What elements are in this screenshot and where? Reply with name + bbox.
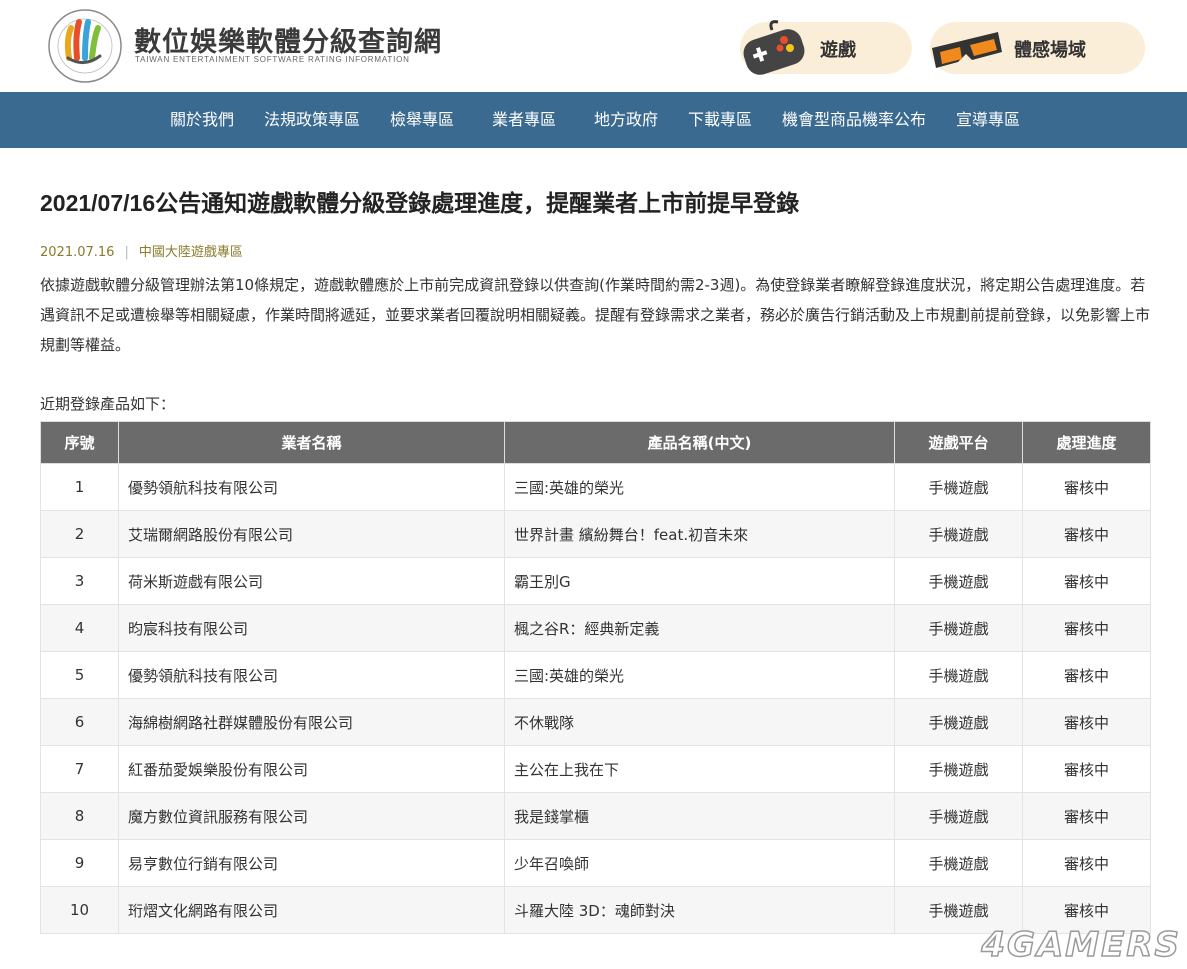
table-header-row: 序號 業者名稱 產品名稱(中文) 遊戲平台 處理進度 [40, 421, 1151, 464]
cell-product: 不休戰隊 [504, 698, 895, 746]
cell-company: 優勢領航科技有限公司 [118, 651, 505, 699]
cell-platform: 手機遊戲 [894, 463, 1023, 511]
cell-product: 楓之谷R：經典新定義 [504, 604, 895, 652]
cell-status: 審核中 [1022, 792, 1151, 840]
cell-company: 艾瑞爾網路股份有限公司 [118, 510, 505, 558]
article-date: 2021.07.16 [40, 245, 115, 260]
cell-company: 紅番茄愛娛樂股份有限公司 [118, 745, 505, 793]
nav-item-promotion[interactable]: 宣導專區 [956, 92, 1020, 148]
main-nav: 關於我們 法規政策專區 檢舉專區 業者專區 地方政府 下載專區 機會型商品機率公… [0, 92, 1187, 148]
cell-status: 審核中 [1022, 839, 1151, 887]
table-row: 1 優勢領航科技有限公司 三國:英雄的榮光 手機遊戲 審核中 [40, 463, 1151, 511]
cell-index: 10 [40, 886, 119, 934]
table-body: 1 優勢領航科技有限公司 三國:英雄的榮光 手機遊戲 審核中 2 艾瑞爾網路股份有限公司 世界… [40, 463, 1151, 934]
header-index: 序號 [40, 421, 119, 464]
header-company: 業者名稱 [118, 421, 505, 464]
table-row: 8 魔方數位資訊服務有限公司 我是錢掌櫃 手機遊戲 審核中 [40, 792, 1151, 840]
cell-index: 1 [40, 463, 119, 511]
cell-status: 審核中 [1022, 698, 1151, 746]
cell-platform: 手機遊戲 [894, 745, 1023, 793]
cell-product: 世界計畫 繽紛舞台！feat.初音未來 [504, 510, 895, 558]
cell-index: 6 [40, 698, 119, 746]
article-category-link[interactable]: 中國大陸遊戲專區 [139, 245, 243, 260]
cell-company: 昀宸科技有限公司 [118, 604, 505, 652]
meta-divider: | [124, 245, 129, 260]
cell-company: 荷米斯遊戲有限公司 [118, 557, 505, 605]
site-logo-icon[interactable] [44, 6, 126, 86]
cell-product: 我是錢掌櫃 [504, 792, 895, 840]
cell-status: 審核中 [1022, 510, 1151, 558]
sensing-venue-button[interactable]: 體感場域 [930, 22, 1145, 74]
cell-platform: 手機遊戲 [894, 839, 1023, 887]
cell-product: 斗羅大陸 3D：魂師對決 [504, 886, 895, 934]
cell-platform: 手機遊戲 [894, 792, 1023, 840]
cell-product: 霸王別G [504, 557, 895, 605]
cell-company: 海綿樹網路社群媒體股份有限公司 [118, 698, 505, 746]
header-status: 處理進度 [1022, 421, 1151, 464]
cell-company: 易亨數位行銷有限公司 [118, 839, 505, 887]
cell-index: 8 [40, 792, 119, 840]
cell-status: 審核中 [1022, 557, 1151, 605]
3d-glasses-icon [928, 26, 1006, 78]
cell-product: 少年召喚師 [504, 839, 895, 887]
cell-index: 3 [40, 557, 119, 605]
article-body: 依據遊戲軟體分級管理辦法第10條規定，遊戲軟體應於上市前完成資訊登錄以供查詢(作… [40, 276, 1151, 354]
games-label: 遊戲 [820, 40, 856, 61]
products-table: 序號 業者名稱 產品名稱(中文) 遊戲平台 處理進度 1 優勢領航科技有限公司 三國… [40, 421, 1151, 934]
nav-item-regulations[interactable]: 法規政策專區 [264, 92, 360, 148]
cell-status: 審核中 [1022, 745, 1151, 793]
table-row: 3 荷米斯遊戲有限公司 霸王別G 手機遊戲 審核中 [40, 557, 1151, 605]
cell-platform: 手機遊戲 [894, 510, 1023, 558]
site-header: 數位娛樂軟體分級查詢網 TAIWAN ENTERTAINMENT SOFTWAR… [0, 0, 1187, 92]
cell-product: 三國:英雄的榮光 [504, 463, 895, 511]
table-row: 9 易亨數位行銷有限公司 少年召喚師 手機遊戲 審核中 [40, 839, 1151, 887]
table-row: 6 海綿樹網路社群媒體股份有限公司 不休戰隊 手機遊戲 審核中 [40, 698, 1151, 746]
cell-platform: 手機遊戲 [894, 651, 1023, 699]
table-row: 5 優勢領航科技有限公司 三國:英雄的榮光 手機遊戲 審核中 [40, 651, 1151, 699]
table-row: 4 昀宸科技有限公司 楓之谷R：經典新定義 手機遊戲 審核中 [40, 604, 1151, 652]
cell-index: 7 [40, 745, 119, 793]
nav-item-downloads[interactable]: 下載專區 [688, 92, 752, 148]
cell-index: 5 [40, 651, 119, 699]
cell-platform: 手機遊戲 [894, 557, 1023, 605]
article-meta: 2021.07.16 | 中國大陸遊戲專區 [40, 241, 243, 260]
cell-company: 魔方數位資訊服務有限公司 [118, 792, 505, 840]
cell-company: 優勢領航科技有限公司 [118, 463, 505, 511]
nav-item-about[interactable]: 關於我們 [170, 92, 234, 148]
recent-products-label: 近期登錄產品如下： [40, 395, 176, 413]
cell-platform: 手機遊戲 [894, 698, 1023, 746]
cell-index: 4 [40, 604, 119, 652]
watermark-logo: 4GAMERS [981, 924, 1181, 966]
cell-index: 2 [40, 510, 119, 558]
cell-company: 珩熠文化網路有限公司 [118, 886, 505, 934]
gamepad-icon [738, 18, 808, 84]
nav-item-local-government[interactable]: 地方政府 [594, 92, 658, 148]
cell-product: 主公在上我在下 [504, 745, 895, 793]
table-row: 7 紅番茄愛娛樂股份有限公司 主公在上我在下 手機遊戲 審核中 [40, 745, 1151, 793]
header-product: 產品名稱(中文) [504, 421, 895, 464]
games-button[interactable]: 遊戲 [740, 20, 912, 75]
site-title[interactable]: 數位娛樂軟體分級查詢網 [134, 20, 442, 59]
nav-item-business[interactable]: 業者專區 [492, 92, 556, 148]
cell-status: 審核中 [1022, 463, 1151, 511]
header-platform: 遊戲平台 [894, 421, 1023, 464]
cell-status: 審核中 [1022, 604, 1151, 652]
cell-platform: 手機遊戲 [894, 604, 1023, 652]
nav-item-report[interactable]: 檢舉專區 [390, 92, 454, 148]
nav-item-probability[interactable]: 機會型商品機率公布 [782, 92, 926, 148]
cell-index: 9 [40, 839, 119, 887]
site-subtitle: TAIWAN ENTERTAINMENT SOFTWARE RATING INF… [135, 55, 410, 64]
table-row: 2 艾瑞爾網路股份有限公司 世界計畫 繽紛舞台！feat.初音未來 手機遊戲 審核中 [40, 510, 1151, 558]
sensing-venue-label: 體感場域 [1014, 40, 1086, 61]
cell-product: 三國:英雄的榮光 [504, 651, 895, 699]
cell-status: 審核中 [1022, 651, 1151, 699]
article-title: 2021/07/16公告通知遊戲軟體分級登錄處理進度，提醒業者上市前提早登錄 [40, 190, 800, 216]
